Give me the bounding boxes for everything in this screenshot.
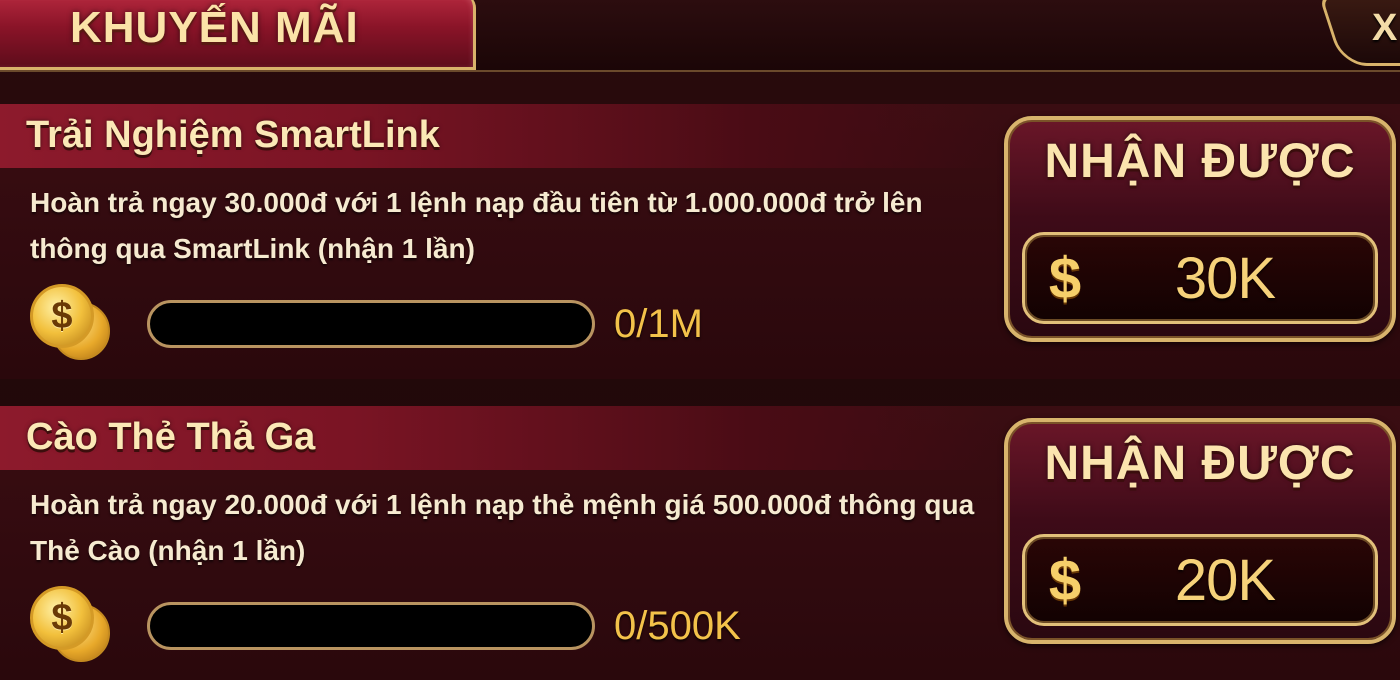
reward-label: NHẬN ĐƯỢC [1044,135,1356,188]
progress-text: 0/1M [614,302,703,346]
coin-icon: $ [30,284,94,348]
promotion-card: Cào Thẻ Thả Ga Hoàn trả ngay 20.000đ với… [0,406,1400,680]
close-icon[interactable]: X [1372,8,1400,52]
progress-bar [147,602,595,650]
header-bar: KHUYẾN MÃI X [0,0,1400,72]
reward-amount: 20K [1174,548,1276,613]
coin-icon: $ [30,586,94,650]
promotion-title: Trải Nghiệm SmartLink [26,114,440,156]
claim-reward-button[interactable]: NHẬN ĐƯỢC $ 30K [1004,116,1396,342]
page-title: KHUYẾN MÃI [70,3,359,52]
promotion-description: Hoàn trả ngay 20.000đ với 1 lệnh nạp thẻ… [30,489,975,566]
promotion-card: Trải Nghiệm SmartLink Hoàn trả ngay 30.0… [0,104,1400,379]
dollar-icon: $ [1048,246,1082,311]
claim-reward-button[interactable]: NHẬN ĐƯỢC $ 20K [1004,418,1396,644]
reward-amount-box: $ 20K [1022,534,1378,626]
reward-label: NHẬN ĐƯỢC [1044,437,1356,490]
progress-bar [147,300,595,348]
progress-text: 0/500K [614,604,741,648]
reward-amount-box: $ 30K [1022,232,1378,324]
promotion-title: Cào Thẻ Thả Ga [26,416,316,458]
promotion-description: Hoàn trả ngay 30.000đ với 1 lệnh nạp đầu… [30,187,923,264]
promotions-screen: KHUYẾN MÃI X Trải Nghiệm SmartLink Hoàn … [0,0,1400,680]
reward-amount: 30K [1174,246,1276,311]
coin-stack-icon: $ [30,586,112,666]
dollar-icon: $ [1048,548,1082,613]
coin-stack-icon: $ [30,284,112,364]
